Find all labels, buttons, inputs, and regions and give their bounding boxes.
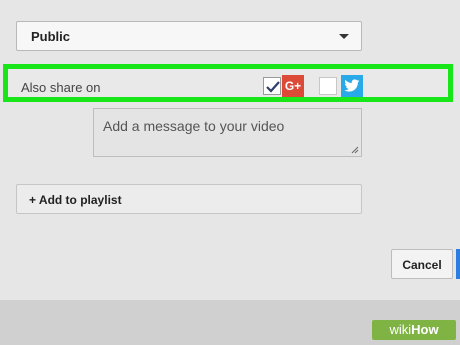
- caret-down-icon: [339, 34, 349, 39]
- share-dialog: Public Also share on G+ Add a message to…: [0, 0, 460, 300]
- share-label: Also share on: [21, 80, 101, 95]
- cancel-button[interactable]: Cancel: [391, 249, 453, 279]
- watermark-how: How: [411, 322, 439, 337]
- share-options-row: Also share on G+: [3, 64, 453, 102]
- message-placeholder: Add a message to your video: [103, 118, 285, 134]
- googleplus-icon[interactable]: G+: [282, 75, 304, 97]
- add-to-playlist-label: + Add to playlist: [29, 193, 122, 207]
- privacy-select[interactable]: Public: [16, 21, 362, 51]
- googleplus-checkbox[interactable]: [263, 77, 281, 95]
- twitter-icon[interactable]: [341, 75, 363, 97]
- resize-grip-icon[interactable]: [351, 146, 359, 154]
- cancel-label: Cancel: [402, 258, 442, 272]
- twitter-checkbox[interactable]: [319, 77, 337, 95]
- primary-button-edge[interactable]: [456, 249, 460, 279]
- watermark-wiki: wiki: [389, 322, 412, 337]
- wikihow-watermark: wikiHow: [372, 320, 456, 340]
- checkmark-icon: [266, 81, 280, 93]
- privacy-select-value: Public: [31, 29, 71, 44]
- add-to-playlist-button[interactable]: + Add to playlist: [16, 184, 362, 214]
- message-input[interactable]: Add a message to your video: [93, 108, 362, 157]
